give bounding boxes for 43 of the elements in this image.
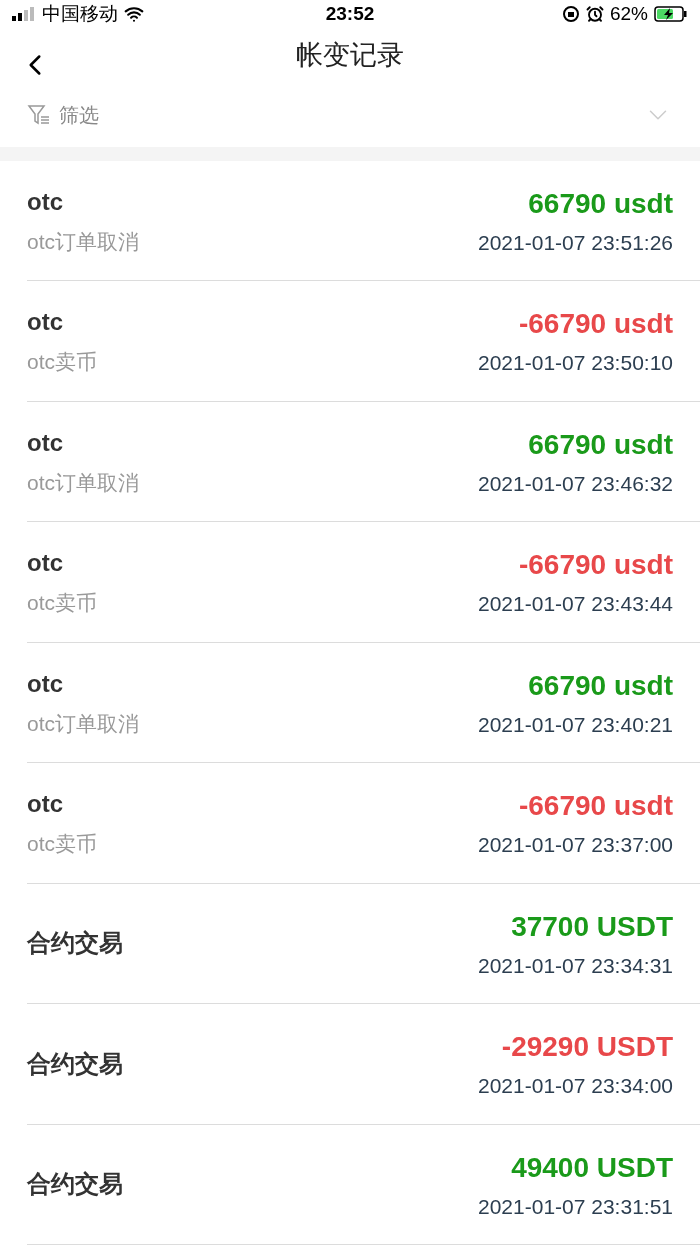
wifi-icon [124,4,144,25]
status-time: 23:52 [325,2,375,26]
record-time: 2021-01-07 23:50:10 [478,350,673,376]
battery-percent: 62% [610,2,648,26]
record-amount: -66790 usdt [518,548,673,582]
record-title: otc [27,668,64,699]
page-title: 帐变记录 [296,38,404,72]
record-amount: -66790 usdt [518,307,673,341]
record-amount: -29290 USDT [501,1030,673,1064]
record-title: otc [27,307,64,337]
record-amount: -66790 usdt [518,789,673,823]
record-amount: 49400 USDT [511,1150,673,1185]
record-time: 2021-01-07 23:40:21 [478,711,673,738]
record-subtitle: otc卖币 [27,590,97,616]
record-time: 2021-01-07 23:43:44 [478,591,673,617]
rotation-lock-icon [562,5,580,24]
record-subtitle: otc订单取消 [27,228,139,255]
record-subtitle: otc卖币 [27,349,97,375]
record-amount: 66790 usdt [528,668,673,703]
record-title: 合约交易 [27,1048,123,1079]
record-amount: 66790 usdt [528,186,673,221]
record-time: 2021-01-07 23:34:31 [478,952,673,979]
record-time: 2021-01-07 23:31:51 [478,1193,673,1220]
alarm-icon [586,5,604,24]
battery-charging-icon [654,6,688,23]
record-time: 2021-01-07 23:37:00 [478,832,673,858]
record-amount: 66790 usdt [528,427,673,462]
record-subtitle: otc卖币 [27,831,97,857]
record-title: otc [27,548,64,578]
record-title: 合约交易 [27,928,123,959]
record-title: otc [27,186,64,217]
filter-button[interactable]: 筛选 [27,100,99,131]
record-title: otc [27,427,64,458]
record-subtitle: otc订单取消 [27,469,139,496]
signal-icon [12,7,36,22]
record-subtitle: otc订单取消 [27,710,139,737]
record-time: 2021-01-07 23:46:32 [478,470,673,497]
record-amount: 37700 USDT [511,909,673,944]
record-title: 合约交易 [27,1169,123,1200]
carrier-name: 中国移动 [42,2,118,26]
record-time: 2021-01-07 23:51:26 [478,229,673,256]
record-time: 2021-01-07 23:34:00 [478,1073,673,1099]
record-title: otc [27,789,64,819]
